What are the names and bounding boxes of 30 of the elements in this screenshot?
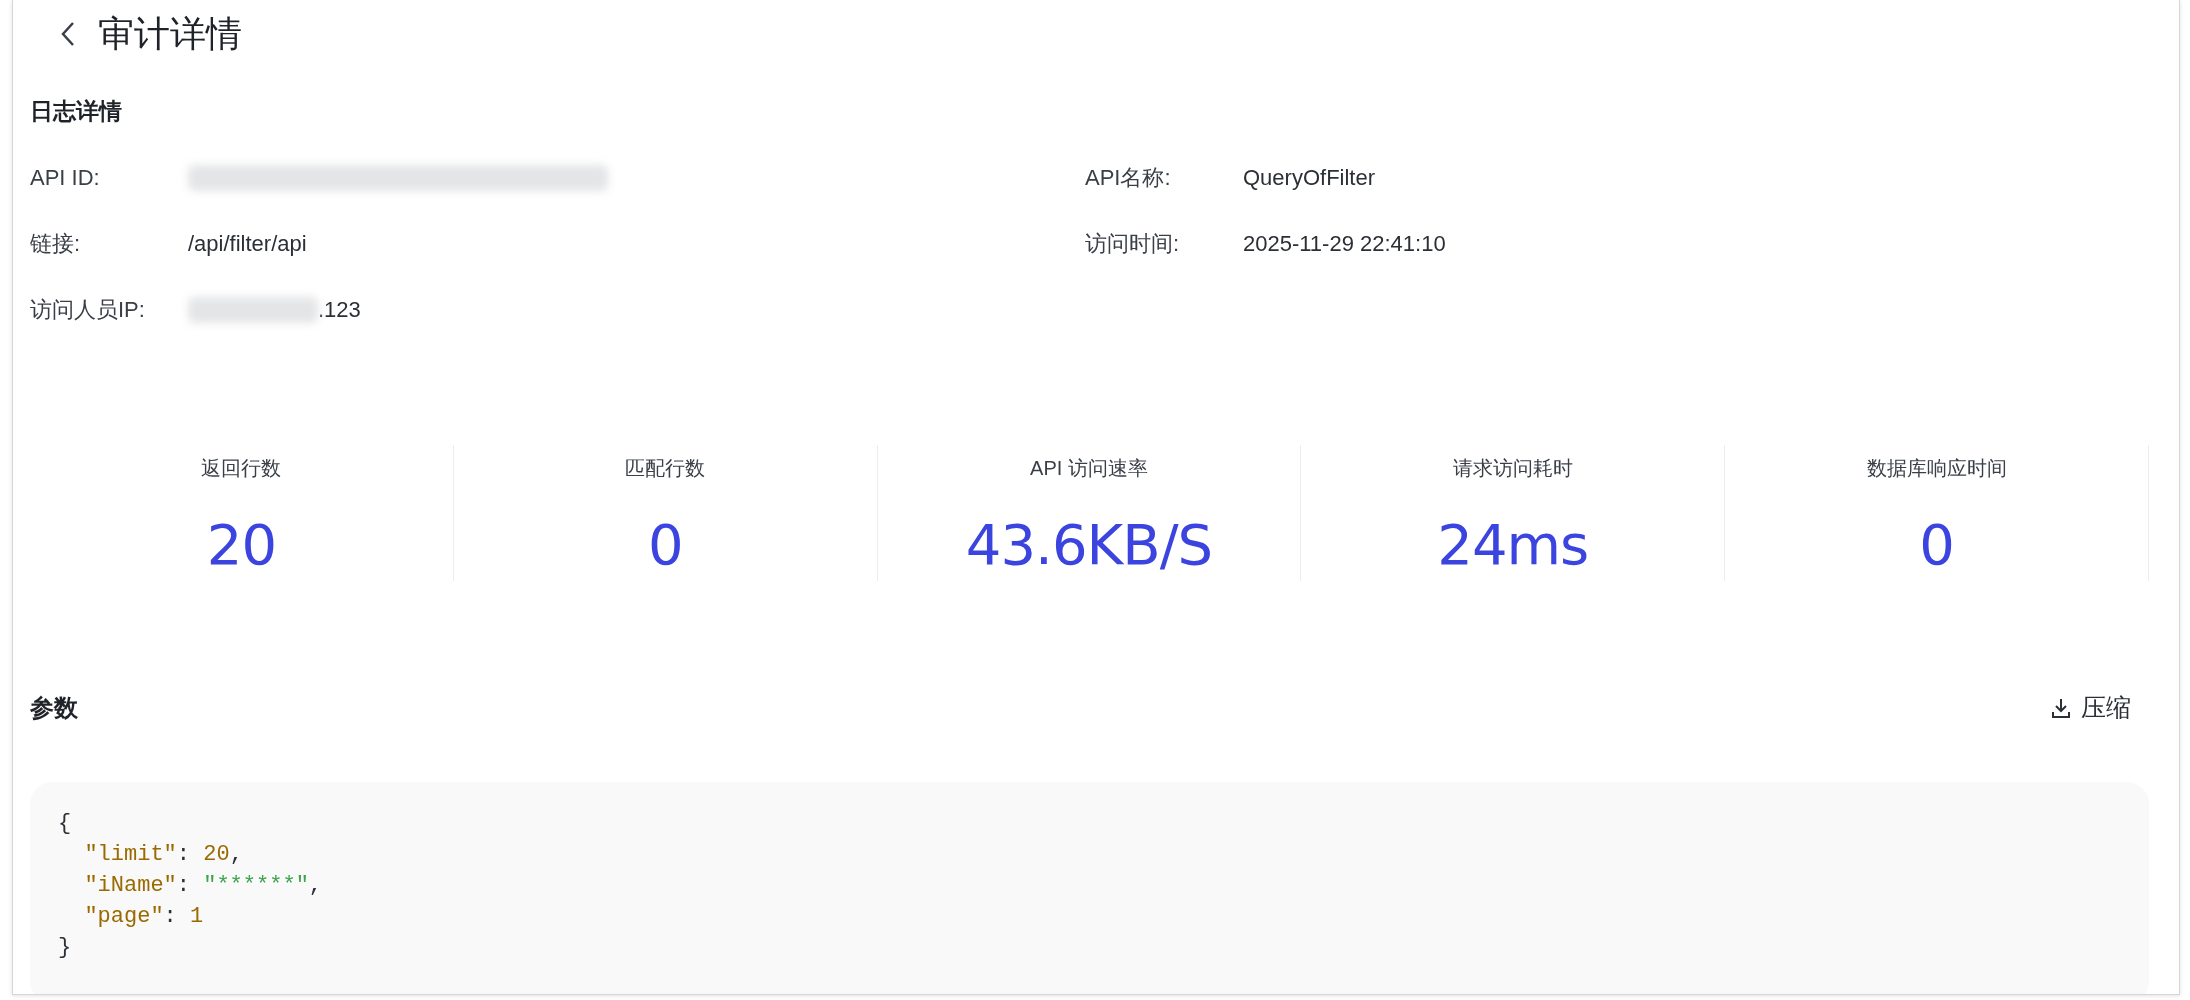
field-label: 链接: xyxy=(30,230,82,258)
stat-value: 0 xyxy=(647,512,683,577)
field-label: 访问时间: xyxy=(1085,230,1181,258)
download-icon xyxy=(2051,696,2071,719)
code-line: "iName": "******", xyxy=(83,872,324,900)
section-title: 参数 xyxy=(30,692,78,723)
section-title: 日志详情 xyxy=(30,97,123,126)
back-icon[interactable] xyxy=(60,20,76,48)
field-label: API ID: xyxy=(30,165,101,191)
code-line: "limit": 20, xyxy=(83,841,244,869)
stat-label: 数据库响应时间 xyxy=(1866,456,2007,481)
stat-label: 请求访问耗时 xyxy=(1452,456,1573,481)
field-value: /api/filter/api xyxy=(188,231,307,257)
code-line: "page": 1 xyxy=(83,903,205,931)
stat-value: 43.6KB/S xyxy=(965,512,1213,577)
compress-button[interactable]: 压缩 xyxy=(2051,691,2149,724)
stat-value: 24ms xyxy=(1437,512,1589,577)
code-line: } xyxy=(58,934,73,962)
code-line: { xyxy=(58,810,73,838)
field-label: API名称: xyxy=(1085,164,1172,192)
stat-label: API 访问速率 xyxy=(1030,456,1148,481)
field-value: 2025-11-29 22:41:10 xyxy=(1243,231,1446,257)
field-value: QueryOfFilter xyxy=(1243,165,1376,191)
field-value: .123 xyxy=(318,297,361,323)
field-label: 访问人员IP: xyxy=(30,296,146,324)
stat-value: 0 xyxy=(1919,512,1954,577)
stat-label: 返回行数 xyxy=(201,456,282,481)
page-title: 审计详情 xyxy=(98,11,242,56)
stat-label: 匹配行数 xyxy=(625,456,706,481)
stat-value: 20 xyxy=(206,512,277,577)
